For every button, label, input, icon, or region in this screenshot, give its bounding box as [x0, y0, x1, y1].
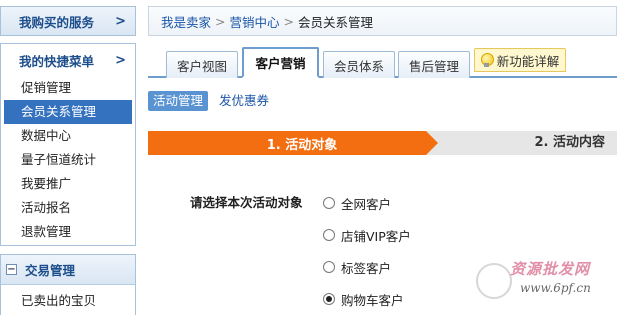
step-activity-content: 2. 活动内容 — [534, 135, 605, 150]
radio-button[interactable] — [323, 261, 335, 273]
tab-member-system[interactable]: 会员体系 — [323, 51, 395, 78]
option-tag-customers[interactable]: 标签客户 — [323, 258, 391, 276]
sidebar-item-sold-items[interactable]: 已卖出的宝贝 — [1, 289, 135, 313]
tab-bar: 客户视图 客户营销 会员体系 售后管理 新功能详解 — [148, 44, 617, 78]
sidebar-item-statistics[interactable]: 量子恒道统计 — [1, 148, 135, 172]
trade-management-header[interactable]: − 交易管理 — [1, 255, 135, 285]
breadcrumb-marketing-center[interactable]: 营销中心 — [230, 12, 280, 31]
breadcrumb-separator: > — [283, 13, 294, 29]
breadcrumb-separator: > — [215, 13, 226, 29]
collapse-icon[interactable]: − — [6, 264, 17, 275]
breadcrumb: 我是卖家 > 营销中心 > 会员关系管理 — [148, 6, 617, 36]
quick-menu-header[interactable]: 我的快捷菜单 > — [1, 44, 135, 76]
watermark: 资源批发网 www.6pf.cn — [470, 255, 617, 315]
sidebar-item-data-center[interactable]: 数据中心 — [1, 124, 135, 148]
trade-management-box: − 交易管理 已卖出的宝贝 — [0, 254, 136, 315]
sidebar-item-promotion[interactable]: 促销管理 — [1, 76, 135, 100]
new-features-button[interactable]: 新功能详解 — [474, 48, 566, 72]
option-label: 标签客户 — [341, 260, 392, 276]
subtab-issue-coupons[interactable]: 发优惠券 — [214, 91, 274, 111]
radio-button[interactable] — [323, 229, 335, 241]
target-select-label: 请选择本次活动对象 — [190, 195, 303, 210]
trade-management-title: 交易管理 — [25, 263, 76, 278]
option-vip-customers[interactable]: 店铺VIP客户 — [323, 226, 411, 244]
breadcrumb-seller[interactable]: 我是卖家 — [161, 12, 211, 31]
step-progress-bar: 1. 活动对象 2. 活动内容 — [148, 131, 617, 155]
radio-button-checked[interactable] — [323, 293, 335, 305]
watermark-text: 资源批发网 — [510, 260, 591, 278]
lightbulb-icon — [480, 53, 494, 67]
step-activity-target: 1. 活动对象 — [148, 131, 426, 155]
subtab-bar: 活动管理 发优惠券 — [148, 90, 280, 112]
sidebar-item-refunds[interactable]: 退款管理 — [1, 220, 135, 244]
chevron-right-icon[interactable]: > — [115, 53, 126, 68]
quick-menu-box: 我的快捷菜单 > 促销管理 会员关系管理 数据中心 量子恒道统计 我要推广 活动… — [0, 43, 136, 246]
sidebar: 我购买的服务 > 我的快捷菜单 > 促销管理 会员关系管理 数据中心 量子恒道统… — [0, 0, 138, 315]
radio-button[interactable] — [323, 197, 335, 209]
option-label: 全网客户 — [341, 196, 392, 212]
sidebar-item-promote[interactable]: 我要推广 — [1, 172, 135, 196]
watermark-logo-icon — [476, 263, 512, 299]
sidebar-item-event-signup[interactable]: 活动报名 — [1, 196, 135, 220]
new-features-label: 新功能详解 — [496, 53, 560, 69]
breadcrumb-current: 会员关系管理 — [298, 14, 374, 30]
purchased-services-title: 我购买的服务 — [19, 14, 95, 30]
purchased-services-box[interactable]: 我购买的服务 > — [0, 6, 136, 36]
option-all-network-customers[interactable]: 全网客户 — [323, 194, 391, 212]
tab-customer-marketing[interactable]: 客户营销 — [242, 47, 319, 78]
quick-menu-title: 我的快捷菜单 — [19, 53, 95, 69]
option-label: 店铺VIP客户 — [341, 228, 411, 244]
subtab-activity-management[interactable]: 活动管理 — [148, 91, 209, 111]
tab-after-sales[interactable]: 售后管理 — [398, 51, 470, 78]
option-label: 购物车客户 — [341, 292, 404, 308]
sidebar-item-member-relations[interactable]: 会员关系管理 — [4, 100, 132, 124]
chevron-right-icon[interactable]: > — [115, 14, 126, 29]
tab-customer-view[interactable]: 客户视图 — [166, 51, 238, 78]
option-cart-customers[interactable]: 购物车客户 — [323, 290, 404, 308]
purchased-services-header[interactable]: 我购买的服务 > — [1, 7, 135, 35]
step-arrow — [426, 131, 438, 155]
watermark-url: www.6pf.cn — [520, 281, 591, 295]
